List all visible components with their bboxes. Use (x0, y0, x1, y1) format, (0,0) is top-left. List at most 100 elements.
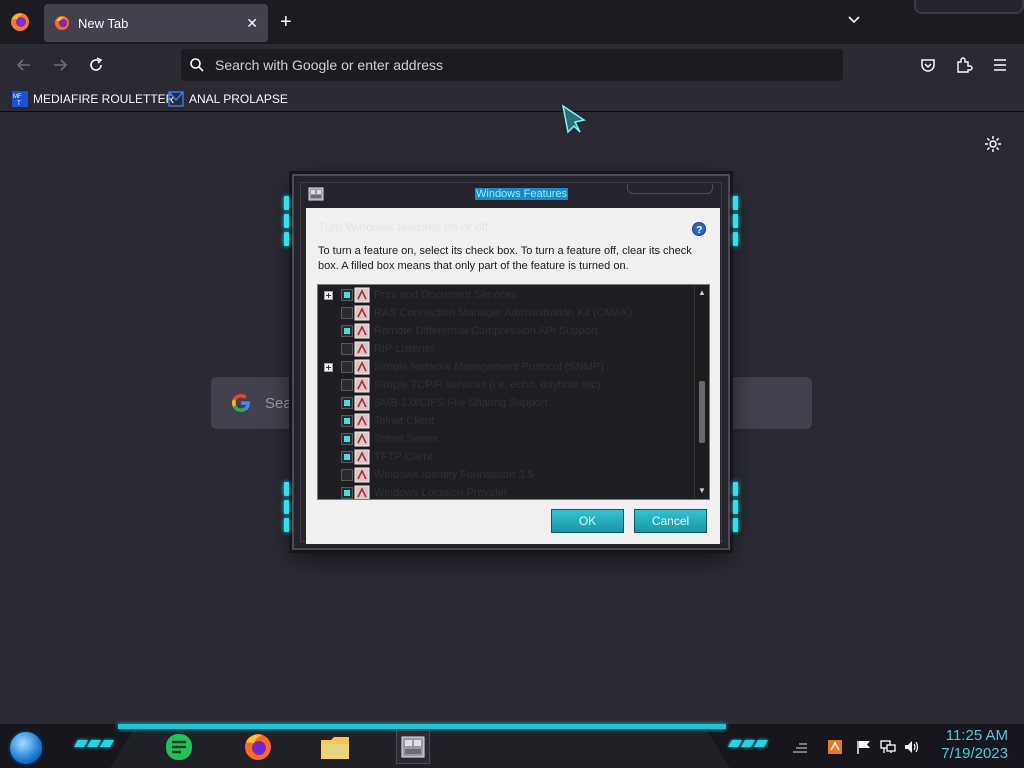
reload-icon[interactable] (87, 56, 105, 74)
feature-checkbox[interactable] (341, 397, 353, 409)
clock-date: 7/19/2023 (941, 745, 1008, 762)
frame-light (284, 196, 289, 210)
feature-label: Simple Network Management Protocol (SNMP… (374, 361, 604, 373)
network-icon[interactable] (880, 740, 896, 754)
feature-label: Windows Location Provider (374, 487, 508, 499)
notes-app-icon (166, 734, 192, 760)
taskbar-notes-app[interactable] (162, 730, 196, 764)
feature-row[interactable]: Windows Location Provider (318, 484, 694, 499)
dialog-description: To turn a feature on, select its check b… (318, 245, 692, 272)
tab-new-tab[interactable]: New Tab ✕ (44, 4, 268, 42)
dialog-titlebar[interactable]: Windows Features (302, 184, 720, 206)
ok-button[interactable]: OK (551, 509, 624, 533)
feature-checkbox[interactable] (341, 487, 353, 499)
scroll-up-arrow-icon[interactable]: ▲ (696, 287, 708, 299)
pocket-icon[interactable] (919, 56, 937, 74)
feature-checkbox[interactable] (341, 469, 353, 481)
feature-label: Telnet Server (374, 433, 439, 445)
extensions-icon[interactable] (955, 56, 973, 74)
taskbar-windows-features[interactable] (396, 730, 430, 764)
feature-folder-icon (354, 359, 370, 375)
feature-row[interactable]: Telnet Client (318, 412, 694, 430)
firefox-menu-icon[interactable] (8, 10, 32, 34)
address-bar[interactable]: Search with Google or enter address (181, 49, 843, 81)
feature-row[interactable]: Simple TCPIP services (i.e. echo, daytim… (318, 376, 694, 394)
feature-checkbox[interactable] (341, 433, 353, 445)
feature-row[interactable]: Simple Network Management Protocol (SNMP… (318, 358, 694, 376)
feature-row[interactable]: RAS Connection Manager Administration Ki… (318, 304, 694, 322)
feature-label: Telnet Client (374, 415, 435, 427)
feature-row[interactable]: SMB 1.0/CIFS File Sharing Support (318, 394, 694, 412)
chevron-down-icon[interactable] (846, 12, 862, 28)
bookmark-mediafire[interactable]: MF T MEDIAFIRE ROULETTER (12, 90, 174, 108)
expand-plus-icon[interactable] (324, 291, 333, 300)
mouse-cursor-icon (561, 104, 586, 134)
feature-checkbox[interactable] (341, 379, 353, 391)
feature-checkbox[interactable] (341, 307, 353, 319)
expand-plus-icon[interactable] (324, 363, 333, 372)
feature-row[interactable]: Telnet Server (318, 430, 694, 448)
feature-label: Windows Identity Foundation 3.5 (374, 469, 534, 481)
windows-features-icon (401, 736, 425, 758)
windows-features-icon (308, 187, 324, 201)
frame-light (733, 518, 738, 532)
led-strip (727, 740, 769, 747)
feature-label: Simple TCPIP services (i.e. echo, daytim… (374, 379, 601, 391)
flag-icon[interactable] (856, 740, 872, 754)
feature-folder-icon (354, 287, 370, 303)
feature-checkbox[interactable] (341, 451, 353, 463)
feature-tree[interactable]: Print and Document Services RAS Connectio… (317, 284, 710, 500)
svg-text:T: T (17, 101, 21, 107)
hamburger-menu-icon[interactable] (991, 56, 1009, 74)
app-tray-icon[interactable] (827, 740, 843, 754)
taskbar-file-explorer[interactable] (318, 730, 352, 764)
feature-row[interactable]: Print and Document Services (318, 286, 694, 304)
frame-light (733, 196, 738, 210)
dialog-title: Windows Features (475, 188, 569, 200)
bookmark-anal-prolapse[interactable]: ANAL PROLAPSE (168, 90, 288, 108)
help-icon[interactable]: ? (692, 222, 706, 236)
feature-row[interactable]: Remote Differential Compression API Supp… (318, 322, 694, 340)
clock-time: 11:25 AM (945, 727, 1008, 744)
mediafire-icon: MFT (12, 91, 28, 107)
feature-folder-icon (354, 413, 370, 429)
feature-checkbox[interactable] (341, 343, 353, 355)
feature-checkbox[interactable] (341, 415, 353, 427)
back-arrow-icon[interactable] (15, 56, 33, 74)
taskbar-firefox[interactable] (241, 730, 275, 764)
feature-folder-icon (354, 395, 370, 411)
close-tab-icon[interactable]: ✕ (246, 15, 258, 32)
feature-row[interactable]: Windows Identity Foundation 3.5 (318, 466, 694, 484)
taskbar-clock[interactable]: 11:25 AM 7/19/2023 (941, 727, 1008, 763)
feature-folder-icon (354, 431, 370, 447)
frame-light (733, 482, 738, 496)
firefox-icon (245, 734, 271, 760)
windows-features-dialog: Windows Features Turn Windows features o… (284, 174, 738, 550)
firefox-icon (55, 16, 69, 30)
forward-arrow-icon[interactable] (51, 56, 69, 74)
feature-checkbox[interactable] (341, 325, 353, 337)
bookmark-label: ANAL PROLAPSE (189, 92, 288, 106)
volume-icon[interactable] (904, 740, 920, 754)
frame-light (733, 214, 738, 228)
feature-row[interactable]: RIP Listener (318, 340, 694, 358)
scroll-thumb[interactable] (699, 381, 705, 443)
gear-icon[interactable] (984, 135, 1002, 153)
feature-checkbox[interactable] (341, 289, 353, 301)
google-logo-icon (232, 394, 251, 413)
cancel-button[interactable]: Cancel (634, 509, 707, 533)
start-button[interactable] (8, 730, 44, 766)
feature-row[interactable]: TFTP Client (318, 448, 694, 466)
new-tab-button[interactable]: + (280, 12, 292, 32)
scroll-down-arrow-icon[interactable]: ▼ (696, 485, 708, 497)
frame-light (284, 482, 289, 496)
svg-text:?: ? (696, 225, 702, 236)
show-hidden-icons-icon[interactable] (792, 740, 808, 754)
bookmark-label: MEDIAFIRE ROULETTER (33, 92, 175, 106)
scrollbar[interactable]: ▲ ▼ (694, 285, 709, 499)
feature-label: Remote Differential Compression API Supp… (374, 325, 598, 337)
dialog-body: Turn Windows features on or off ? To tur… (306, 208, 720, 544)
feature-checkbox[interactable] (341, 361, 353, 373)
taskbar-accent-line (118, 724, 726, 729)
window-deco (914, 0, 1024, 14)
